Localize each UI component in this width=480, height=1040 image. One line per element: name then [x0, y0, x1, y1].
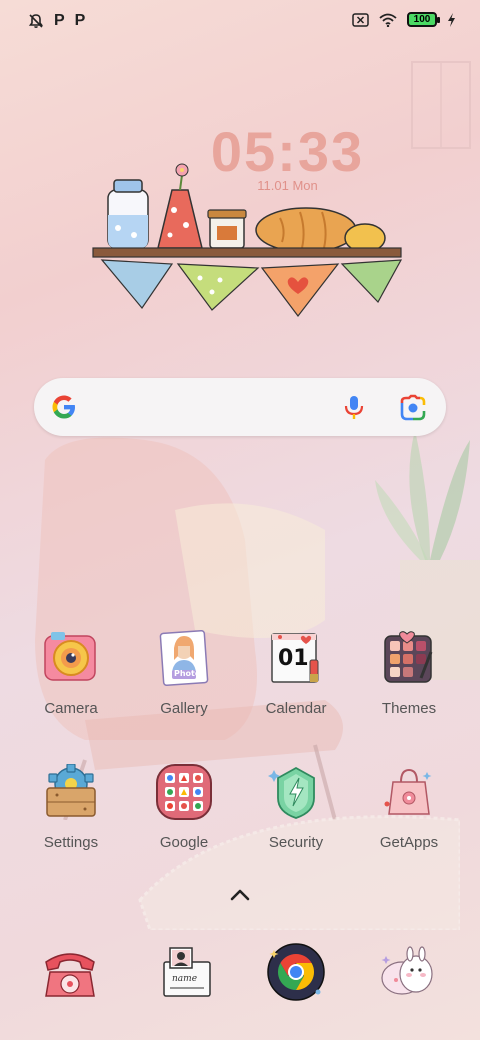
dock-messages[interactable]: name	[152, 940, 216, 1004]
jar-icon	[207, 209, 247, 249]
notes-sticker-text: name	[172, 974, 198, 984]
phone-icon	[45, 953, 95, 997]
app-camera[interactable]: Camera	[16, 630, 126, 717]
app-label: Themes	[381, 700, 437, 717]
calendar-day: 01	[278, 646, 309, 671]
app-drawer-chevron-up-icon[interactable]	[228, 885, 252, 905]
google-search-bar[interactable]	[34, 378, 446, 436]
charging-icon	[448, 12, 455, 27]
app-label: Camera	[44, 700, 98, 717]
google-logo-icon[interactable]	[50, 393, 78, 421]
themes-icon	[381, 630, 437, 686]
gallery-sticker-text: Photo	[174, 669, 201, 678]
contacts-icon	[381, 946, 433, 995]
app-security[interactable]: Security	[241, 764, 351, 851]
app-label: Google	[159, 834, 209, 851]
settings-icon	[43, 763, 99, 820]
status-right: 100	[352, 12, 456, 27]
milk-bottle-icon	[107, 179, 149, 249]
calendar-icon: 01	[268, 630, 324, 686]
bread-icon	[255, 207, 386, 253]
shelf-illustration	[92, 163, 403, 317]
app-gallery[interactable]: Photo Gallery	[129, 629, 239, 717]
dock-contacts[interactable]	[376, 940, 440, 1004]
app-label: Security	[268, 834, 324, 851]
dock-phone[interactable]	[38, 940, 102, 1004]
p-icon: P	[54, 12, 65, 29]
app-getapps[interactable]: GetApps	[354, 764, 464, 851]
messages-icon	[163, 947, 211, 997]
app-label: Settings	[43, 834, 99, 851]
chrome-icon	[267, 943, 325, 1001]
google-folder-icon	[156, 764, 212, 820]
app-label: Calendar	[265, 700, 327, 717]
mic-icon[interactable]	[340, 393, 368, 421]
app-calendar[interactable]: 01 Calendar	[241, 630, 351, 717]
app-settings[interactable]: Settings	[16, 763, 126, 851]
battery-level: 100	[413, 14, 431, 25]
vase-icon	[157, 163, 203, 249]
lens-icon[interactable]	[398, 393, 428, 423]
notifications-off-icon	[28, 14, 44, 28]
dock-chrome[interactable]	[264, 940, 328, 1004]
bunting-flags-icon	[100, 259, 403, 317]
gallery-icon: Photo	[156, 629, 212, 687]
app-label: Gallery	[160, 700, 208, 717]
camera-icon	[43, 630, 99, 686]
app-label: GetApps	[379, 834, 439, 851]
p-icon: P	[74, 12, 86, 29]
app-themes[interactable]: Themes	[354, 630, 464, 717]
background-window	[411, 61, 471, 149]
security-icon	[268, 764, 324, 820]
sim-off-icon	[352, 12, 369, 27]
app-google-folder[interactable]: Google	[129, 764, 239, 851]
battery-icon: 100	[407, 12, 440, 27]
status-bar: P P 100	[0, 0, 480, 44]
getapps-icon	[381, 764, 437, 820]
wifi-icon	[379, 13, 397, 27]
status-left: P P	[28, 12, 85, 30]
